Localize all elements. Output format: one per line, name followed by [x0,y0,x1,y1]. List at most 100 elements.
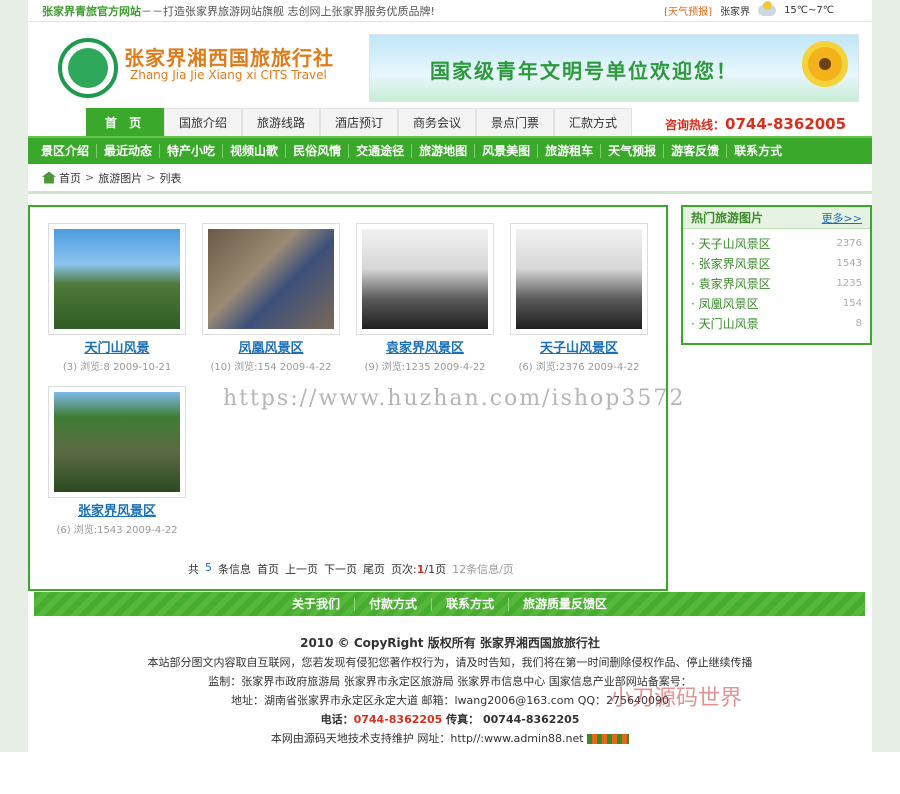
chevron-right-icon: > [85,171,95,184]
cloud-sun-icon [758,1,777,16]
pager-total-label: 共 [188,563,199,576]
subnav-item[interactable]: 交通途径 [349,144,413,158]
photo-title[interactable]: 凤凰风景区 [202,337,340,356]
item-name[interactable]: · 袁家界风景区 [691,275,771,292]
breadcrumb-photos[interactable]: 旅游图片 [98,170,142,186]
weather-link[interactable]: [天气预报] [664,3,712,18]
page-bottom [0,752,900,794]
footer-link[interactable]: 旅游质量反馈区 [509,597,621,611]
photo-thumbnail[interactable] [48,386,186,498]
item-count: 1235 [836,277,862,289]
subnav-item[interactable]: 风景美图 [475,144,539,158]
tel-label: 电话： [320,713,354,726]
tab-home[interactable]: 首 页 [86,108,164,136]
subnav-item[interactable]: 视频山歌 [223,144,287,158]
subnav-item[interactable]: 最近动态 [97,144,161,158]
photo-meta: (10) 浏览:154 2009-4-22 [210,362,332,373]
pager-next[interactable]: 下一页 [324,561,357,577]
footer-address: 地址：湖南省张家界市永定区永定大道 邮箱：lwang2006@163.com Q… [230,694,670,707]
pager-pages: /1页 [424,563,447,576]
subnav-item[interactable]: 联系方式 [727,144,789,158]
pager-last[interactable]: 尾页 [363,561,385,577]
tab-meeting[interactable]: 商务会议 [398,108,476,136]
footer-supervise: 监制：张家界市政府旅游局 张家界市永定区旅游局 张家界市信息中心 国家信息产业部… [208,675,692,688]
breadcrumb-home[interactable]: 首页 [59,170,81,186]
banner: 国家级青年文明号单位欢迎您！ [369,34,859,102]
panel-title: 热门旅游图片 [691,211,764,225]
subnav-item[interactable]: 旅游地图 [412,144,476,158]
pager-page-label: 页次: [391,563,417,576]
weather-city: 张家界 [720,7,751,18]
sunflower-icon [802,41,848,87]
list-item[interactable]: · 袁家界风景区 1235 [691,273,862,293]
brand-english: Zhang Jia Jie Xiang xi CITS Travel [130,68,327,82]
subnav-item[interactable]: 天气预报 [601,144,665,158]
tab-about[interactable]: 国旅介绍 [164,108,242,136]
cnzz-badge-icon[interactable] [587,734,630,744]
item-count: 1543 [836,257,862,269]
tel-number: 0744-8362205 [353,713,443,726]
pager-per-page: 12条信息/页 [452,563,514,576]
item-name[interactable]: · 凤凰风景区 [691,295,759,312]
item-name[interactable]: · 天子山风景区 [691,235,771,252]
subnav-item[interactable]: 游客反馈 [664,144,728,158]
list-item[interactable]: · 天门山风景 8 [691,313,862,333]
more-link[interactable]: 更多>> [822,210,862,226]
subnav-item[interactable]: 民俗风情 [286,144,350,158]
logo-icon[interactable] [58,38,118,98]
chevron-right-icon: > [146,171,156,184]
subnav-item[interactable]: 景区介绍 [34,144,98,158]
footer-link[interactable]: 关于我们 [278,597,355,611]
footer-link[interactable]: 付款方式 [355,597,432,611]
photo-title[interactable]: 天门山风景 [48,337,186,356]
photo-thumbnail[interactable] [202,223,340,335]
footer-contact: 电话：0744-8362205 传真： 00744-8362205 [28,710,872,729]
footer: 2010 © CopyRight 版权所有 张家界湘西国旅旅行社 本站部分图文内… [28,634,872,748]
breadcrumb: 首页 > 旅游图片 > 列表 [28,164,872,194]
photo-title[interactable]: 天子山风景区 [510,337,648,356]
hot-list: · 天子山风景区 2376 · 张家界风景区 1543 · 袁家界风景区 1235 ·… [683,229,870,337]
photo-card: 张家界风景区 (6) 浏览:1543 2009-4-22 [48,386,186,536]
item-count: 8 [855,317,862,329]
footer-notice: 本站部分图文内容取自互联网，您若发现有侵犯您著作权行为，请及时告知，我们将在第一… [147,656,753,669]
pager-first[interactable]: 首页 [257,561,279,577]
photo-card: 袁家界风景区 (9) 浏览:1235 2009-4-22 [356,223,494,373]
weather: [天气预报] 张家界 15℃~7℃ [664,1,872,18]
subnav-item[interactable]: 特产小吃 [160,144,224,158]
weather-temp: 15℃~7℃ [784,5,834,16]
tab-remittance[interactable]: 汇款方式 [554,108,632,136]
site-slogan-2: －－打造张家界旅游网站旗舰 志创网上张家界服务优质品牌! [141,4,435,18]
misty-peaks-photo [516,229,642,329]
tab-routes[interactable]: 旅游线路 [242,108,320,136]
list-item[interactable]: · 凤凰风景区 154 [691,293,862,313]
photo-thumbnail[interactable] [510,223,648,335]
home-icon [42,171,56,184]
list-item[interactable]: · 张家界风景区 1543 [691,253,862,273]
photo-meta: (6) 浏览:1543 2009-4-22 [56,525,178,536]
photo-title[interactable]: 袁家界风景区 [356,337,494,356]
mountain-photo [54,229,180,329]
photo-card: 天门山风景 (3) 浏览:8 2009-10-21 [48,223,186,373]
photo-card: 天子山风景区 (6) 浏览:2376 2009-4-22 [510,223,648,373]
pager-prev[interactable]: 上一页 [285,561,318,577]
hotline: 咨询热线：0744-8362005 [665,115,846,133]
fax: 传真： 00744-8362205 [442,713,580,726]
item-name[interactable]: · 天门山风景 [691,315,759,332]
item-count: 154 [842,297,862,309]
main-nav: 首 页 国旅介绍 旅游线路 酒店预订 商务会议 景点门票 汇款方式 咨询热线：0… [28,108,872,136]
footer-tech: 本网由源码天地技术支持维护 网址：http//:www.admin88.net [28,729,872,748]
subnav-item[interactable]: 旅游租车 [538,144,602,158]
tab-hotel[interactable]: 酒店预订 [320,108,398,136]
panel-header: 热门旅游图片 更多>> [683,207,870,229]
photo-meta: (3) 浏览:8 2009-10-21 [62,362,172,373]
top-bar: 张家界青旅官方网站 －－打造张家界旅游网站旗舰 志创网上张家界服务优质品牌! [… [28,0,872,22]
photo-thumbnail[interactable] [356,223,494,335]
item-name[interactable]: · 张家界风景区 [691,255,771,272]
photo-thumbnail[interactable] [48,223,186,335]
list-item[interactable]: · 天子山风景区 2376 [691,233,862,253]
footer-link[interactable]: 联系方式 [432,597,510,611]
watermark-url: https://www.huzhan.com/ishop3572 [223,386,686,411]
photo-title[interactable]: 张家界风景区 [48,500,186,519]
misty-peaks-photo [362,229,488,329]
tab-tickets[interactable]: 景点门票 [476,108,554,136]
